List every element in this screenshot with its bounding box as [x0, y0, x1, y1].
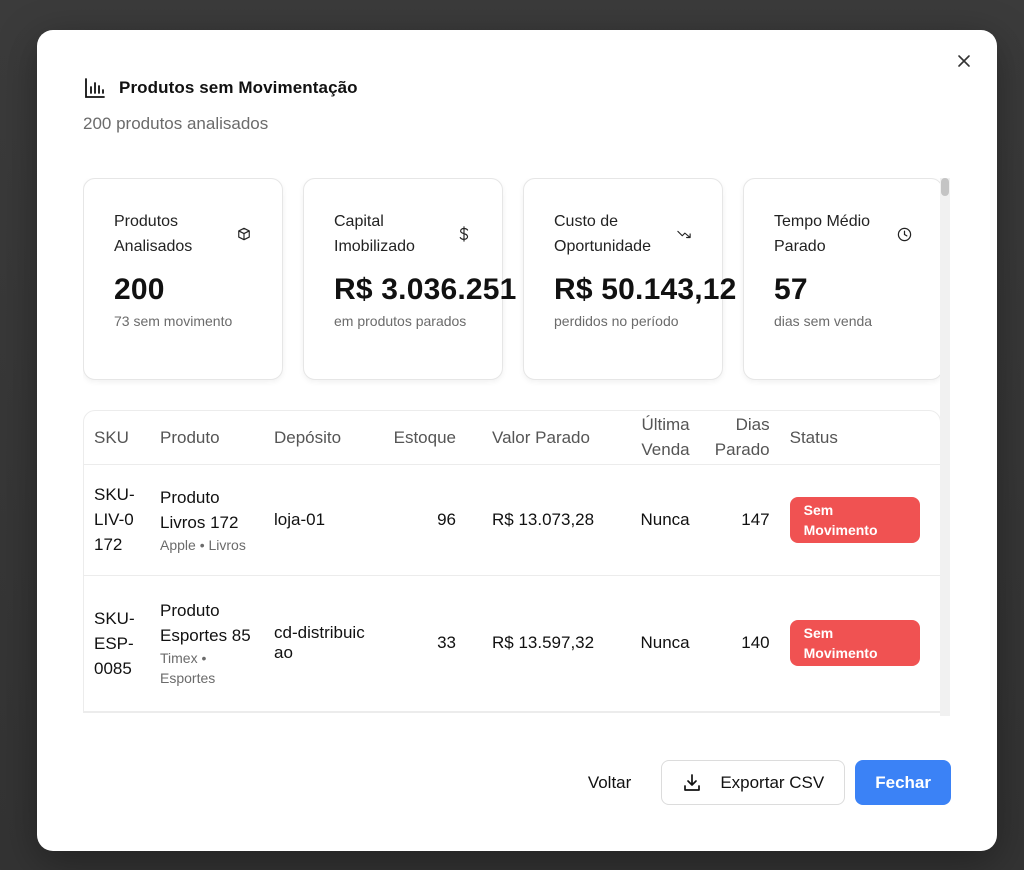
cell-deposito: cd-distribuicao: [264, 575, 378, 712]
modal-scroll-content[interactable]: Produtos Analisados 200 73 sem movimento…: [83, 178, 951, 716]
card-note: 73 sem movimento: [114, 313, 233, 329]
export-csv-label: Exportar CSV: [720, 772, 825, 792]
bar-chart-icon: [85, 78, 105, 98]
cell-sku: SKU-LIV-0172: [84, 464, 150, 576]
card-value: R$ 3.036.251: [334, 273, 517, 306]
column-header-valor[interactable]: Valor Parado: [466, 411, 614, 465]
export-csv-button[interactable]: Exportar CSV: [661, 760, 846, 805]
cell-sku: SKU-ESP-0085: [84, 575, 150, 712]
trending-down-icon: [676, 226, 692, 242]
modal-header: Produtos sem Movimentação 200 produtos a…: [83, 76, 358, 134]
modal-subtitle: 200 produtos analisados: [83, 114, 269, 133]
cell-deposito: loja-01: [264, 464, 378, 576]
column-header-deposito[interactable]: Depósito: [264, 411, 378, 465]
table-header-row: SKU Produto Depósito Estoque Valor Parad…: [84, 411, 940, 465]
cell-valor-parado: R$ 13.597,32: [466, 575, 614, 712]
summary-cards: Produtos Analisados 200 73 sem movimento…: [83, 178, 951, 380]
modal-footer: Voltar Exportar CSV Fechar: [568, 760, 951, 805]
column-header-ultima-venda[interactable]: Última Venda: [613, 411, 700, 465]
cell-ultima-venda: Nunca: [613, 464, 700, 576]
card-value: 57: [774, 273, 808, 306]
column-header-dias-parado[interactable]: Dias Parado: [699, 411, 780, 465]
card-note: perdidos no período: [554, 313, 679, 329]
card-value: R$ 50.143,12: [554, 273, 737, 306]
cell-produto: Produto Esportes 85 Timex • Esportes: [150, 575, 264, 712]
download-icon: [684, 773, 701, 791]
card-label: Tempo Médio Parado: [774, 213, 871, 255]
clock-icon: [896, 226, 912, 242]
card-label: Custo de Oportunidade: [554, 213, 651, 255]
vertical-scrollbar[interactable]: [940, 178, 950, 716]
table-row[interactable]: SKU-ESP-0085 Produto Esportes 85 Timex •…: [84, 575, 940, 712]
column-header-produto[interactable]: Produto: [150, 411, 264, 465]
table-row[interactable]: SKU-LIV-0172 Produto Livros 172 Apple • …: [84, 464, 940, 576]
card-products-analyzed: Produtos Analisados 200 73 sem movimento: [83, 178, 283, 380]
scrollbar-thumb[interactable]: [941, 178, 949, 196]
column-header-status[interactable]: Status: [779, 411, 940, 465]
card-label: Capital Imobilizado: [334, 213, 415, 255]
product-meta: Apple • Livros: [160, 536, 246, 553]
close-modal-button[interactable]: Fechar: [855, 760, 951, 805]
card-note: dias sem venda: [774, 313, 873, 329]
close-icon: [958, 55, 970, 67]
stale-products-modal: Produtos sem Movimentação 200 produtos a…: [37, 30, 997, 851]
status-badge: Sem Movimento: [789, 620, 920, 666]
cell-estoque: 96: [378, 464, 466, 576]
product-name: Produto Esportes 85: [160, 601, 251, 645]
card-label: Produtos Analisados: [114, 213, 193, 255]
cell-status: Sem Movimento: [779, 464, 940, 576]
cell-valor-parado: R$ 13.073,28: [466, 464, 614, 576]
box-icon: [236, 226, 252, 242]
cell-dias-parado: 147: [699, 464, 780, 576]
close-button[interactable]: [953, 50, 975, 72]
cell-dias-parado: 140: [699, 575, 780, 712]
modal-title: Produtos sem Movimentação: [119, 78, 358, 97]
product-meta: Timex • Esportes: [160, 650, 216, 686]
status-badge: Sem Movimento: [789, 496, 920, 543]
stale-products-table: SKU Produto Depósito Estoque Valor Parad…: [83, 410, 941, 713]
card-opportunity-cost: Custo de Oportunidade R$ 50.143,12 perdi…: [523, 178, 737, 380]
card-value: 200: [114, 273, 165, 306]
column-header-sku[interactable]: SKU: [84, 411, 150, 465]
cell-estoque: 33: [378, 575, 466, 712]
column-header-estoque[interactable]: Estoque: [378, 411, 466, 465]
dollar-icon: [456, 226, 472, 242]
product-name: Produto Livros 172: [160, 487, 239, 532]
cell-produto: Produto Livros 172 Apple • Livros: [150, 464, 264, 576]
back-button[interactable]: Voltar: [568, 760, 651, 805]
card-note: em produtos parados: [334, 313, 467, 329]
cell-ultima-venda: Nunca: [613, 575, 700, 712]
card-immobilized-capital: Capital Imobilizado R$ 3.036.251 em prod…: [303, 178, 517, 380]
card-average-idle-time: Tempo Médio Parado 57 dias sem venda: [743, 178, 943, 380]
cell-status: Sem Movimento: [779, 575, 940, 712]
